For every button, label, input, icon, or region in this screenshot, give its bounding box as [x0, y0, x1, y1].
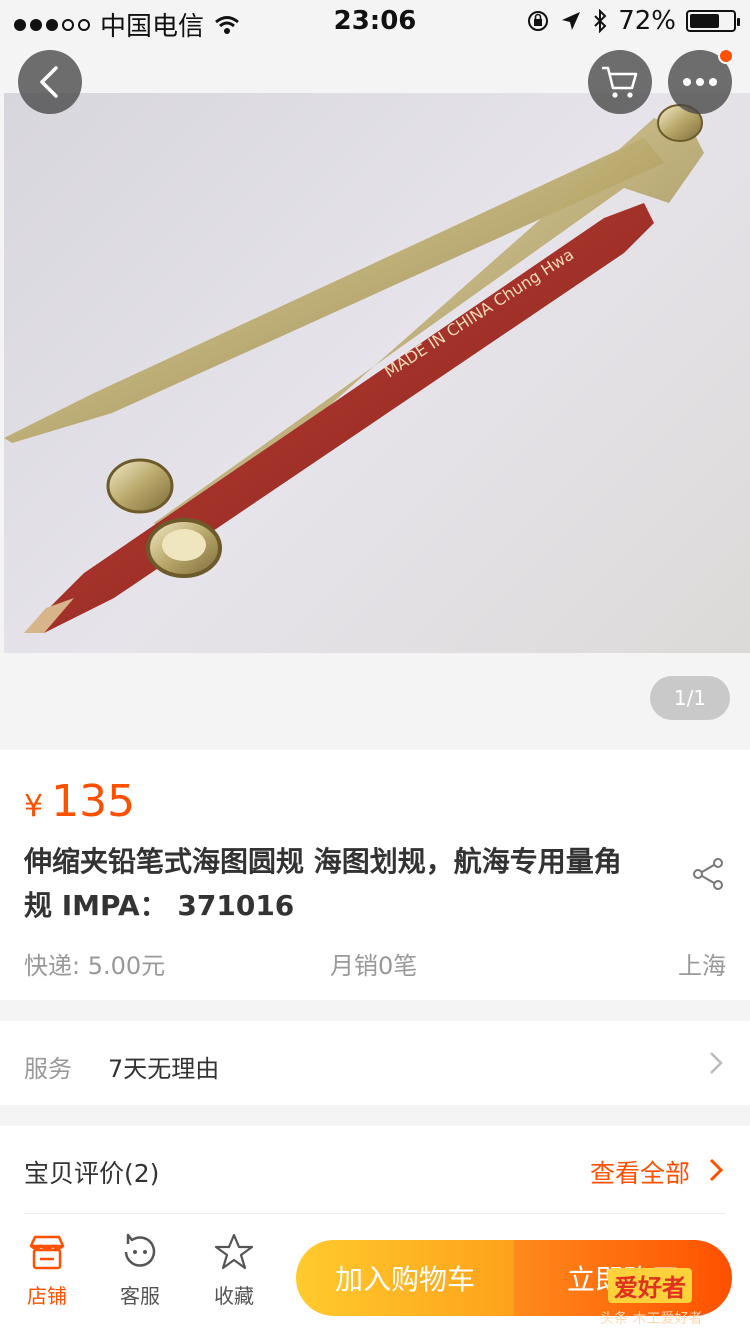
notification-dot [718, 48, 734, 64]
shopping-cart-icon [602, 66, 638, 98]
product-title: 伸缩夹铅笔式海图圆规 海图划规，航海专用量角规 IMPA： 371016 [24, 845, 622, 922]
product-photo[interactable]: MADE IN CHINA Chung Hwa [4, 93, 750, 653]
chevron-right-icon [710, 1052, 723, 1074]
favorite-label: 收藏 [214, 1284, 254, 1308]
price-value: 135 [51, 776, 136, 827]
add-to-cart-button[interactable]: 加入购物车 [296, 1240, 514, 1316]
share-icon[interactable] [690, 856, 726, 892]
battery-level-fill [690, 14, 720, 28]
chevron-right-icon [709, 1158, 724, 1182]
currency-symbol: ¥ [24, 789, 44, 824]
customer-service-tab[interactable]: 客服 [100, 1232, 180, 1309]
more-button[interactable] [668, 48, 734, 114]
shipping-fee: 快递: 5.00元 [24, 952, 166, 980]
orientation-lock-icon [528, 11, 549, 31]
compass-image: MADE IN CHINA Chung Hwa [4, 104, 704, 633]
favorite-tab[interactable]: 收藏 [194, 1232, 274, 1309]
customer-service-label: 客服 [120, 1284, 160, 1308]
shop-icon [29, 1235, 65, 1270]
battery-icon [686, 10, 740, 32]
battery-percent: 72% [618, 6, 676, 36]
view-all-reviews-link[interactable]: 查看全部 [590, 1154, 690, 1190]
chevron-left-icon [40, 66, 58, 98]
product-gallery[interactable]: MADE IN CHINA Chung Hwa 1/1 [0, 0, 750, 750]
reviews-label: 宝贝评价(2) [24, 1159, 160, 1188]
location-arrow-icon [562, 12, 581, 30]
more-dots-icon [683, 78, 717, 86]
price: ¥ 135 [24, 776, 135, 827]
shop-tab[interactable]: 店铺 [7, 1232, 87, 1309]
product-detail-page: MADE IN CHINA Chung Hwa 1/1 中国电信 23:06 7… [0, 0, 750, 1334]
service-row[interactable]: 服务 7天无理由 [0, 1021, 750, 1105]
image-page-indicator: 1/1 [650, 676, 730, 720]
ship-from-location: 上海 [678, 952, 726, 980]
service-label: 服务 [24, 1055, 72, 1083]
shop-label: 店铺 [27, 1284, 67, 1308]
reviews-row[interactable]: 宝贝评价(2) 查看全部 [0, 1126, 750, 1214]
service-value: 7天无理由 [108, 1055, 220, 1083]
bluetooth-icon [594, 9, 607, 33]
status-right: 72% [526, 6, 740, 36]
cart-button[interactable] [588, 50, 652, 114]
watermark: 爱好者 头条 木工爱好者 [600, 1262, 740, 1332]
customer-service-icon [124, 1233, 156, 1267]
watermark-logo: 爱好者 [608, 1268, 692, 1303]
star-icon [214, 1233, 254, 1270]
product-info: ¥ 135 伸缩夹铅笔式海图圆规 海图划规，航海专用量角规 IMPA： 3710… [0, 750, 750, 1000]
status-bar: 中国电信 23:06 72% [0, 0, 750, 42]
monthly-sales: 月销0笔 [330, 952, 418, 980]
back-button[interactable] [18, 50, 82, 114]
watermark-caption: 头条 木工爱好者 [600, 1311, 703, 1327]
